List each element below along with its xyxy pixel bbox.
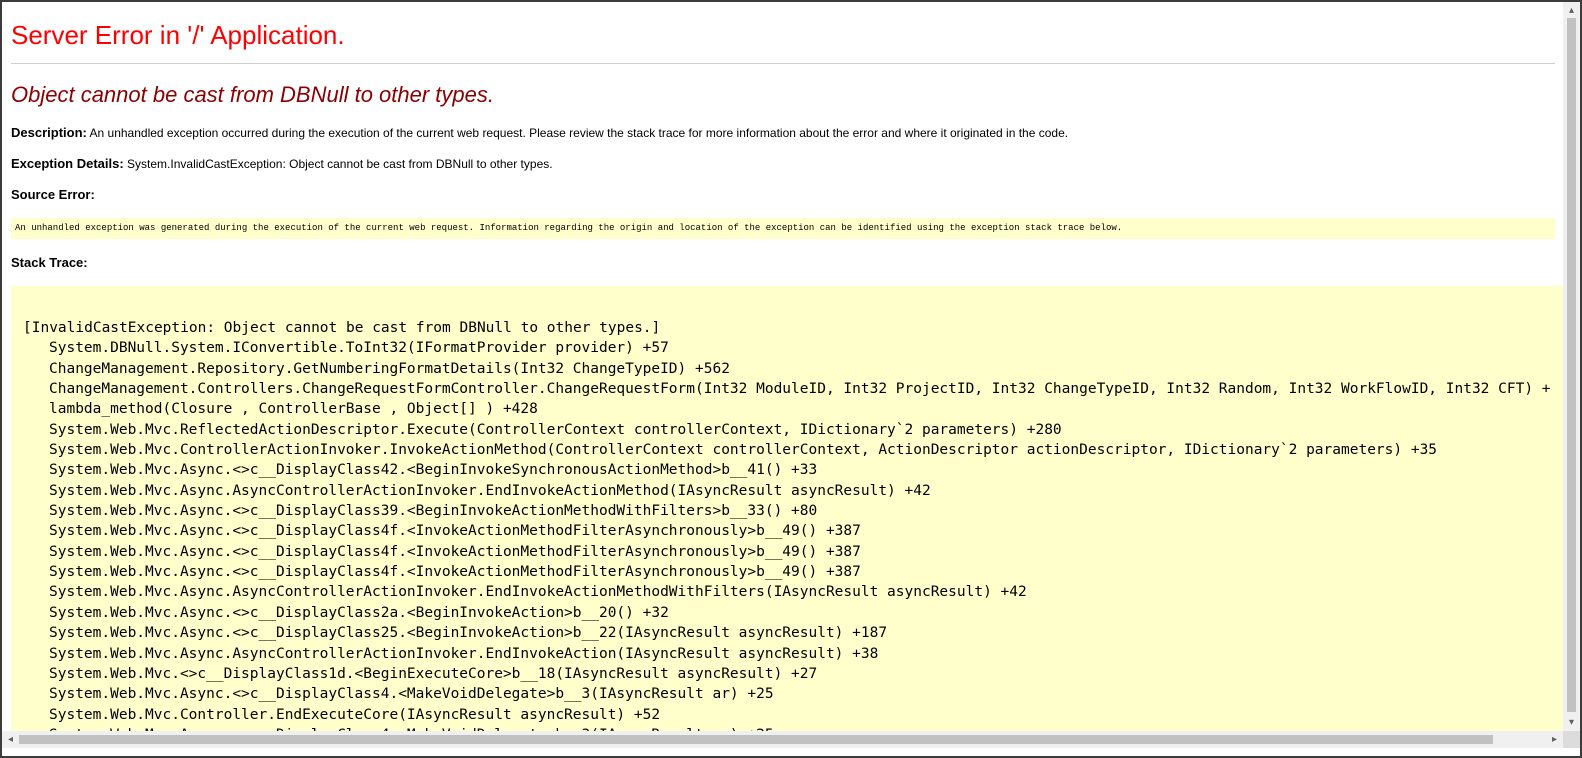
stack-frame: System.Web.Mvc.Async.<>c__DisplayClass4f…: [49, 543, 861, 560]
exception-details-label: Exception Details:: [11, 156, 124, 171]
stack-frame: System.DBNull.System.IConvertible.ToInt3…: [49, 340, 669, 357]
error-message: Object cannot be cast from DBNull to oth…: [11, 82, 495, 107]
description-text: An unhandled exception occurred during t…: [89, 126, 1069, 140]
title-divider: [11, 63, 1555, 64]
stack-frame: System.Web.Mvc.Async.<>c__DisplayClass25…: [49, 625, 888, 642]
stack-trace-box: [InvalidCastException: Object cannot be …: [11, 286, 1563, 731]
stack-frame: System.Web.Mvc.Async.<>c__DisplayClass4f…: [49, 523, 861, 540]
scroll-right-icon[interactable]: ▸: [1546, 731, 1563, 748]
page-title: Server Error in '/' Application.: [11, 20, 345, 50]
stack-frame: System.Web.Mvc.Async.AsyncControllerActi…: [49, 482, 931, 499]
vertical-scrollbar[interactable]: ▴ ▾: [1563, 2, 1580, 731]
stack-frame: System.Web.Mvc.ReflectedActionDescriptor…: [49, 421, 1062, 438]
scroll-up-icon[interactable]: ▴: [1563, 2, 1580, 19]
stack-frame: System.Web.Mvc.<>c__DisplayClass1d.<Begi…: [49, 665, 818, 682]
stack-frame: lambda_method(Closure , ControllerBase ,…: [49, 401, 538, 418]
stack-frame: System.Web.Mvc.Async.<>c__DisplayClass2a…: [49, 604, 669, 621]
horizontal-scroll-thumb[interactable]: [19, 735, 1493, 744]
exception-details-row: Exception Details: System.InvalidCastExc…: [11, 156, 553, 171]
vertical-scroll-thumb[interactable]: [1567, 18, 1576, 712]
stack-frame: ChangeManagement.Repository.GetNumbering…: [49, 360, 730, 377]
scrollbar-corner: [1563, 731, 1580, 748]
stack-frame: System.Web.Mvc.Async.<>c__DisplayClass4.…: [49, 686, 774, 703]
horizontal-scrollbar[interactable]: ◂ ▸: [2, 731, 1563, 748]
source-error-text: An unhandled exception was generated dur…: [15, 223, 1123, 233]
stack-frame: System.Web.Mvc.Async.AsyncControllerActi…: [49, 584, 1027, 601]
stack-frame: System.Web.Mvc.Async.AsyncControllerActi…: [49, 645, 879, 662]
scroll-left-icon[interactable]: ◂: [2, 731, 19, 748]
description-row: Description: An unhandled exception occu…: [11, 125, 1068, 140]
source-error-label: Source Error:: [11, 187, 95, 202]
source-error-box: An unhandled exception was generated dur…: [11, 218, 1555, 239]
stack-frame: System.Web.Mvc.Async.<>c__DisplayClass42…: [49, 462, 818, 479]
stack-frame: System.Web.Mvc.Controller.EndExecuteCore…: [49, 706, 661, 723]
stack-frame: ChangeManagement.Controllers.ChangeReque…: [49, 381, 1551, 398]
page-viewport: Server Error in '/' Application. Object …: [2, 2, 1563, 731]
browser-viewport-frame: Server Error in '/' Application. Object …: [2, 2, 1580, 756]
stack-trace-heading: Stack Trace:: [11, 255, 88, 270]
exception-details-text: System.InvalidCastException: Object cann…: [127, 157, 553, 171]
stack-frame: System.Web.Mvc.Async.<>c__DisplayClass39…: [49, 503, 818, 520]
stack-trace-header: [InvalidCastException: Object cannot be …: [23, 320, 661, 336]
scroll-down-icon[interactable]: ▾: [1563, 714, 1580, 731]
source-error-heading: Source Error:: [11, 187, 95, 202]
stack-frame: System.Web.Mvc.ControllerActionInvoker.I…: [49, 442, 1438, 459]
stack-trace-label: Stack Trace:: [11, 255, 88, 270]
stack-frame: System.Web.Mvc.Async.<>c__DisplayClass4f…: [49, 564, 861, 581]
description-label: Description:: [11, 125, 87, 140]
stack-trace-text: [InvalidCastException: Object cannot be …: [23, 318, 1551, 731]
